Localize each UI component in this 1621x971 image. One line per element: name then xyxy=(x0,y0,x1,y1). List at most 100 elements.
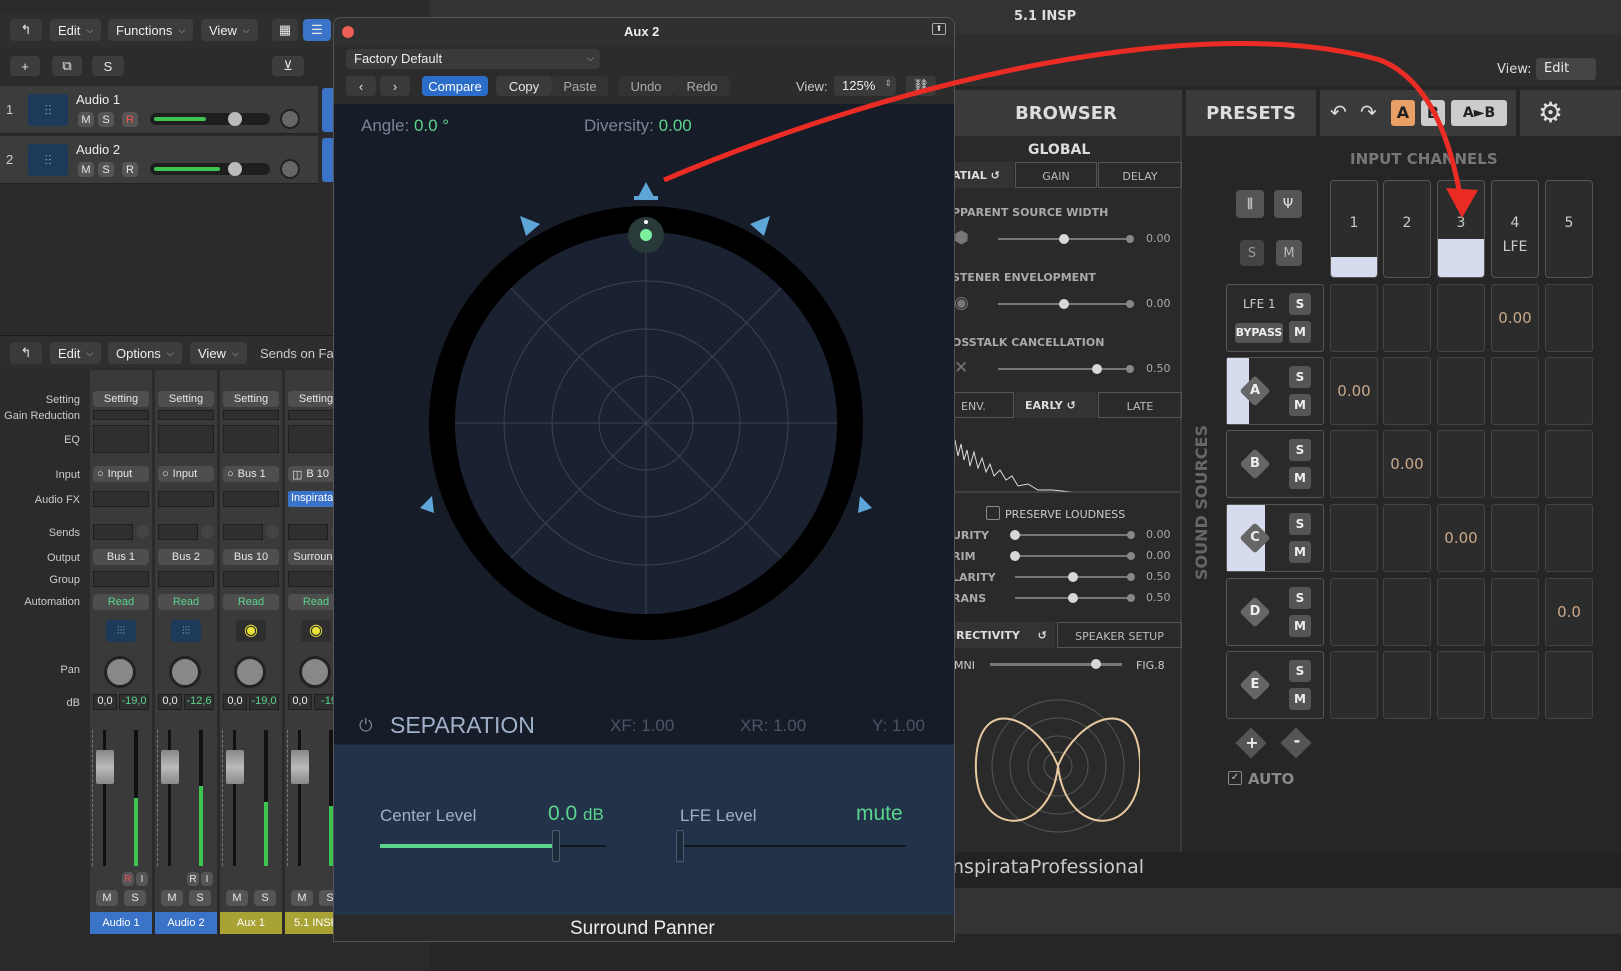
grid-view-icon[interactable]: ▦ xyxy=(272,19,298,41)
tab-spatial[interactable]: ATIAL ↺ xyxy=(950,162,1014,188)
track-row[interactable]: 1 ⫶⫶ Audio 1 M S R xyxy=(0,86,318,134)
param-value[interactable]: 0.00 xyxy=(1146,549,1171,562)
bypass-button[interactable]: BYPASS xyxy=(1235,323,1283,343)
routing-cell[interactable] xyxy=(1545,284,1593,352)
preset-dropdown[interactable]: Factory Default ⌵ xyxy=(346,49,600,69)
volume-readout[interactable]: 0,0 xyxy=(158,694,182,710)
routing-cell[interactable]: 0.00 xyxy=(1383,430,1431,498)
compare-button[interactable]: Compare xyxy=(422,76,488,96)
routing-cell[interactable] xyxy=(1330,284,1378,352)
reset-icon[interactable]: ↺ xyxy=(1038,629,1047,642)
record-enable-button[interactable]: R xyxy=(122,872,134,886)
link-icon[interactable]: ⛓ xyxy=(906,76,936,96)
preserve-loudness-checkbox[interactable] xyxy=(986,506,1000,520)
mute-button[interactable]: M xyxy=(226,890,248,906)
solo-button[interactable]: S xyxy=(189,890,211,906)
reset-icon[interactable]: ↺ xyxy=(991,169,1000,182)
routing-cell[interactable] xyxy=(1383,504,1431,572)
automation-mode-button[interactable]: Read xyxy=(158,594,214,610)
send-slot[interactable] xyxy=(93,524,133,540)
param-value[interactable]: 0.00 xyxy=(1146,297,1171,310)
volume-readout[interactable]: 0,0 xyxy=(223,694,247,710)
volume-slider[interactable] xyxy=(150,112,270,126)
routing-cell[interactable] xyxy=(1545,357,1593,425)
routing-cell[interactable] xyxy=(1330,578,1378,646)
volume-readout[interactable]: 0,0 xyxy=(288,694,312,710)
param-value[interactable]: 0.00 xyxy=(1146,232,1171,245)
redo-icon[interactable]: ↷ xyxy=(1360,100,1377,124)
y-param[interactable]: Y: 1.00 xyxy=(872,716,925,736)
pan-knob[interactable] xyxy=(234,656,266,688)
output-slot[interactable]: Bus 1 xyxy=(93,549,149,565)
a-to-b-button[interactable]: A►B xyxy=(1451,100,1507,126)
xr-param[interactable]: XR: 1.00 xyxy=(740,716,806,736)
setting-button[interactable]: Setting xyxy=(223,391,279,407)
mixer-view-menu[interactable]: View ⌵ xyxy=(190,342,247,364)
gear-icon[interactable]: ⚙ xyxy=(1538,96,1563,129)
separation-power-icon[interactable]: ⏻ xyxy=(359,716,372,736)
automation-mode-button[interactable]: Read xyxy=(223,594,279,610)
group-slot[interactable] xyxy=(93,571,149,587)
b-button[interactable]: B xyxy=(1421,100,1445,126)
peak-readout[interactable]: -19,0 xyxy=(249,694,279,710)
lfe-level-value[interactable]: mute xyxy=(856,802,903,826)
param-slider[interactable] xyxy=(1015,555,1131,557)
param-slider-knob[interactable] xyxy=(1059,234,1069,244)
directivity-knob[interactable] xyxy=(1090,659,1101,669)
record-button[interactable]: R xyxy=(122,112,138,127)
routing-cell[interactable] xyxy=(1491,357,1539,425)
routing-cell[interactable] xyxy=(1491,504,1539,572)
solo-button[interactable]: S xyxy=(1289,366,1311,388)
param-slider-knob[interactable] xyxy=(1010,530,1020,540)
mute-button[interactable]: M xyxy=(1289,394,1311,416)
tab-directivity[interactable]: IRECTIVITY ↺ xyxy=(950,622,1055,648)
pan-knob[interactable] xyxy=(169,656,201,688)
track-row[interactable]: 2 ⫶⫶ Audio 2 M S R xyxy=(0,136,318,184)
browser-tab[interactable]: BROWSER xyxy=(950,90,1182,136)
presets-tab[interactable]: PRESETS xyxy=(1186,90,1316,136)
param-slider-knob[interactable] xyxy=(1068,593,1078,603)
channel-name[interactable]: Audio 2 xyxy=(155,912,217,934)
view-zoom-dropdown[interactable]: 125% ⇕ xyxy=(834,76,896,96)
param-value[interactable]: 0.50 xyxy=(1146,362,1171,375)
sound-source-row[interactable]: D S M xyxy=(1226,578,1324,646)
sound-source-row[interactable]: A S M xyxy=(1226,357,1324,425)
a-button[interactable]: A xyxy=(1391,100,1415,126)
input-slot[interactable]: ○ Input xyxy=(158,466,214,482)
mixer-faders-icon[interactable]: ⫼ xyxy=(1236,190,1264,218)
param-slider-knob[interactable] xyxy=(1059,299,1069,309)
routing-cell[interactable] xyxy=(1330,651,1378,719)
setting-button[interactable]: Setting xyxy=(158,391,214,407)
angle-value[interactable]: 0.0 ° xyxy=(414,116,449,135)
pan-knob[interactable] xyxy=(280,109,300,129)
param-value[interactable]: 0.50 xyxy=(1146,591,1171,604)
param-slider[interactable] xyxy=(1015,534,1131,536)
input-monitor-button[interactable]: I xyxy=(201,872,213,886)
back-icon[interactable]: ↰ xyxy=(10,342,42,364)
peak-readout[interactable]: -19,0 xyxy=(119,694,149,710)
routing-cell[interactable] xyxy=(1383,578,1431,646)
send-knob[interactable] xyxy=(201,525,214,538)
global-mute-toggle[interactable]: M xyxy=(1276,240,1302,266)
mixer-options-menu[interactable]: Options ⌵ xyxy=(108,342,182,364)
add-track-button[interactable]: + xyxy=(10,56,40,76)
expand-icon[interactable]: ⬆ xyxy=(932,23,946,35)
automation-mode-button[interactable]: Read xyxy=(93,594,149,610)
pan-knob[interactable] xyxy=(104,656,136,688)
solo-button[interactable]: S xyxy=(1289,293,1311,315)
routing-cell[interactable] xyxy=(1491,651,1539,719)
close-icon[interactable] xyxy=(342,26,354,38)
audio-fx-slot[interactable] xyxy=(223,491,279,507)
next-preset-icon[interactable]: › xyxy=(380,76,410,96)
volume-readout[interactable]: 0,0 xyxy=(93,694,117,710)
send-slot[interactable] xyxy=(288,524,328,540)
split-routing-icon[interactable]: Ψ xyxy=(1274,190,1302,218)
routing-cell[interactable] xyxy=(1437,430,1485,498)
param-slider-knob[interactable] xyxy=(1010,551,1020,561)
input-channel-header[interactable]: 2 xyxy=(1383,180,1431,278)
mixer-edit-menu[interactable]: Edit ⌵ xyxy=(50,342,102,364)
mute-button[interactable]: M xyxy=(96,890,118,906)
channel-name[interactable]: Aux 1 xyxy=(220,912,282,934)
solo-button[interactable]: S xyxy=(1289,660,1311,682)
sound-source-row[interactable]: C S M xyxy=(1226,504,1324,572)
